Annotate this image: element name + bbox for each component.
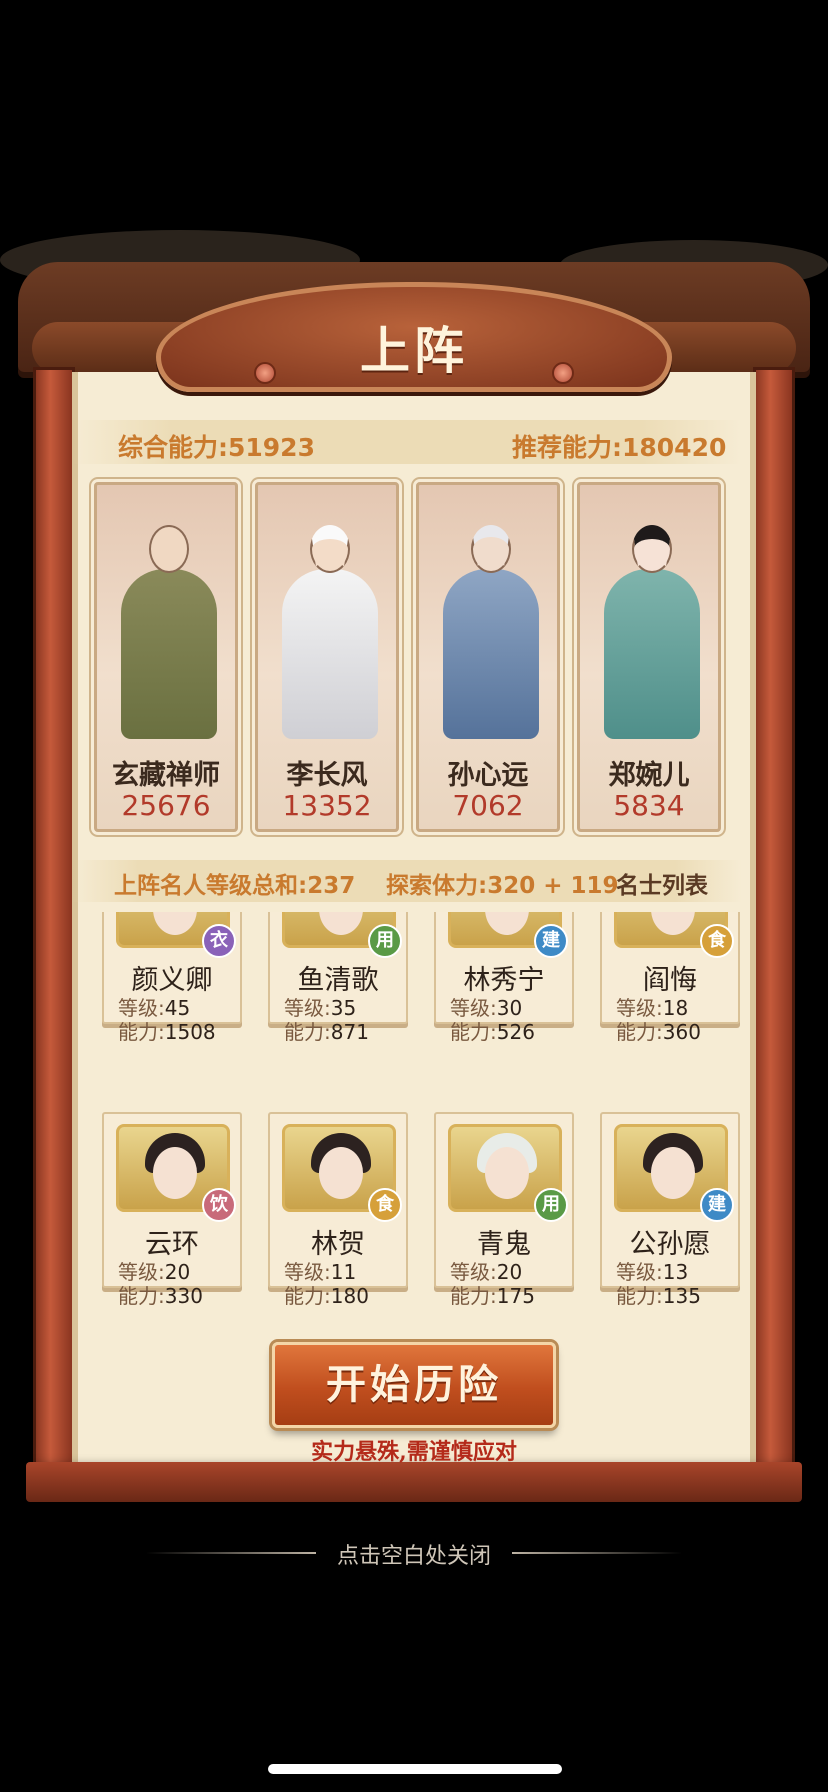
roster-card[interactable]: 衣 颜义卿 等级:45 能力:1508 <box>102 912 242 1044</box>
power-warning: 实力悬殊,需谨慎应对 <box>311 1439 517 1465</box>
panel-title: 上阵 <box>360 321 468 380</box>
hero-power: 5834 <box>613 789 685 822</box>
start-adventure-button[interactable]: 开始历险 <box>272 1342 556 1428</box>
roster-card[interactable]: 食 阎悔 等级:18 能力:360 <box>600 912 740 1044</box>
hero-power: 25676 <box>121 789 211 822</box>
category-badge: 用 <box>368 924 402 958</box>
lineup-slot[interactable]: 孙心远 7062 <box>416 482 560 832</box>
category-badge: 食 <box>700 924 734 958</box>
lineup-slot[interactable]: 郑婉儿 5834 <box>577 482 721 832</box>
frame-base <box>26 1462 802 1502</box>
roster-card[interactable]: 建 公孙愿 等级:13 能力:135 <box>600 1112 740 1308</box>
lineup-slot[interactable]: 玄藏禅师 25676 <box>94 482 238 832</box>
hero-name: 郑婉儿 <box>608 760 690 791</box>
level-sum: 上阵名人等级总和:237 <box>114 873 356 899</box>
hero-portrait <box>590 525 708 745</box>
category-badge: 衣 <box>202 924 236 958</box>
character-power: 能力:330 <box>118 1284 203 1308</box>
hero-name: 孙心远 <box>447 760 529 791</box>
right-pillar <box>756 370 792 1480</box>
character-power: 能力:871 <box>284 1020 369 1044</box>
hero-name: 李长风 <box>286 760 368 791</box>
ornament-knob <box>552 362 574 384</box>
ornament-knob <box>254 362 276 384</box>
roster-card[interactable]: 饮 云环 等级:20 能力:330 <box>102 1112 242 1308</box>
hero-portrait <box>429 525 547 745</box>
left-pillar <box>36 370 72 1480</box>
category-badge: 饮 <box>202 1188 236 1222</box>
character-power: 能力:1508 <box>118 1020 216 1044</box>
character-power: 能力:135 <box>616 1284 701 1308</box>
category-badge: 建 <box>534 924 568 958</box>
category-badge: 食 <box>368 1188 402 1222</box>
category-badge: 建 <box>700 1188 734 1222</box>
roster-card[interactable]: 用 鱼清歌 等级:35 能力:871 <box>268 912 408 1044</box>
character-power: 能力:180 <box>284 1284 369 1308</box>
close-hint[interactable]: 点击空白处关闭 <box>0 1538 828 1570</box>
exploration-stamina: 探索体力:320 + 119 <box>386 873 619 899</box>
home-indicator[interactable] <box>268 1764 562 1774</box>
total-power: 综合能力:51923 <box>118 433 315 462</box>
roster-card[interactable]: 用 青鬼 等级:20 能力:175 <box>434 1112 574 1308</box>
character-power: 能力:175 <box>450 1284 535 1308</box>
character-power: 能力:360 <box>616 1020 701 1044</box>
recommended-power: 推荐能力:180420 <box>512 433 727 462</box>
roster-list-button[interactable]: 名士列表 <box>616 866 708 900</box>
hero-portrait <box>268 525 386 745</box>
hero-name: 玄藏禅师 <box>112 760 220 791</box>
character-power: 能力:526 <box>450 1020 535 1044</box>
roster-list[interactable]: 衣 颜义卿 等级:45 能力:1508 用 鱼清歌 等级:35 能力:871 建… <box>90 912 750 1330</box>
category-badge: 用 <box>534 1188 568 1222</box>
hero-power: 13352 <box>282 789 372 822</box>
roster-card[interactable]: 建 林秀宁 等级:30 能力:526 <box>434 912 574 1044</box>
roster-card[interactable]: 食 林贺 等级:11 能力:180 <box>268 1112 408 1308</box>
hero-portrait <box>107 525 225 745</box>
hero-power: 7062 <box>452 789 524 822</box>
lineup-slot[interactable]: 李长风 13352 <box>255 482 399 832</box>
